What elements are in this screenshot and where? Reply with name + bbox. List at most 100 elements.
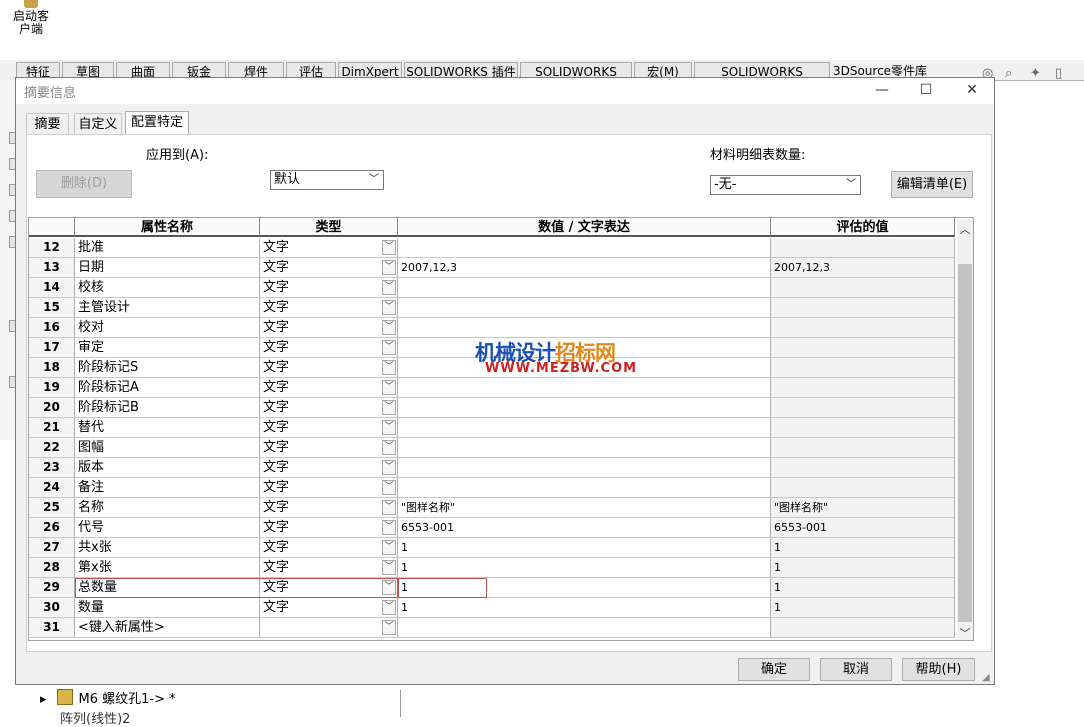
type-cell[interactable]: 文字 ﹀ (260, 538, 398, 558)
value-cell[interactable]: 1 (398, 598, 771, 618)
dialog-titlebar[interactable]: 摘要信息 — ☐ ✕ (16, 78, 994, 104)
chevron-down-icon[interactable]: ﹀ (382, 380, 396, 395)
value-cell[interactable]: "图样名称" (398, 498, 771, 518)
property-name-cell[interactable]: <键入新属性> (75, 618, 260, 638)
type-cell[interactable]: 文字 ﹀ (260, 398, 398, 418)
table-row[interactable]: 21 替代 文字 ﹀ (29, 418, 955, 438)
value-cell[interactable]: 6553-001 (398, 518, 771, 538)
tab-config-specific[interactable]: 配置特定 (125, 111, 189, 135)
minimize-icon[interactable]: — (864, 80, 900, 100)
property-name-cell[interactable]: 批准 (75, 238, 260, 258)
pan-icon[interactable]: ✦ (1030, 66, 1046, 82)
type-cell[interactable]: 文字 ﹀ (260, 338, 398, 358)
table-row[interactable]: 15 主管设计 文字 ﹀ (29, 298, 955, 318)
value-cell[interactable] (398, 238, 771, 258)
header-value[interactable]: 数值 / 文字表达 (398, 218, 771, 237)
type-cell[interactable]: 文字 ﹀ (260, 298, 398, 318)
type-cell[interactable]: 文字 ﹀ (260, 598, 398, 618)
table-row[interactable]: 19 阶段标记A 文字 ﹀ (29, 378, 955, 398)
property-name-cell[interactable]: 校核 (75, 278, 260, 298)
property-name-cell[interactable]: 名称 (75, 498, 260, 518)
chevron-down-icon[interactable]: ﹀ (382, 560, 396, 575)
chevron-down-icon[interactable]: ﹀ (382, 460, 396, 475)
property-name-cell[interactable]: 共x张 (75, 538, 260, 558)
table-row[interactable]: 23 版本 文字 ﹀ (29, 458, 955, 478)
property-name-cell[interactable]: 主管设计 (75, 298, 260, 318)
chevron-down-icon[interactable]: ﹀ (382, 620, 396, 635)
tab-custom[interactable]: 自定义 (74, 113, 122, 134)
maximize-icon[interactable]: ☐ (908, 80, 944, 100)
value-cell[interactable] (398, 378, 771, 398)
scroll-down-icon[interactable]: ﹀ (957, 625, 973, 641)
resize-grip-icon[interactable]: ◢ (982, 672, 990, 683)
chevron-down-icon[interactable]: ﹀ (382, 500, 396, 515)
edit-list-button[interactable]: 编辑清单(E) (891, 171, 973, 198)
chevron-down-icon[interactable]: ﹀ (382, 600, 396, 615)
table-row[interactable]: 31 <键入新属性> ﹀ (29, 618, 955, 638)
bom-quantity-select[interactable]: -无- ﹀ (710, 175, 861, 195)
value-cell[interactable] (398, 318, 771, 338)
table-row[interactable]: 26 代号 文字 ﹀ 6553-001 6553-001 (29, 518, 955, 538)
chevron-down-icon[interactable]: ﹀ (382, 540, 396, 555)
property-name-cell[interactable]: 阶段标记A (75, 378, 260, 398)
header-property-name[interactable]: 属性名称 (75, 218, 260, 237)
scrollbar-thumb[interactable] (958, 264, 972, 622)
value-cell[interactable]: 1 (398, 558, 771, 578)
close-icon[interactable]: ✕ (954, 80, 990, 100)
type-cell[interactable]: 文字 ﹀ (260, 258, 398, 278)
header-type[interactable]: 类型 (260, 218, 398, 237)
chevron-down-icon[interactable]: ﹀ (382, 400, 396, 415)
table-row[interactable]: 28 第x张 文字 ﹀ 1 1 (29, 558, 955, 578)
table-row[interactable]: 20 阶段标记B 文字 ﹀ (29, 398, 955, 418)
value-cell[interactable] (398, 438, 771, 458)
type-cell[interactable]: 文字 ﹀ (260, 278, 398, 298)
type-cell[interactable]: 文字 ﹀ (260, 478, 398, 498)
type-cell[interactable]: 文字 ﹀ (260, 378, 398, 398)
type-cell[interactable]: 文字 ﹀ (260, 518, 398, 538)
value-cell[interactable] (398, 398, 771, 418)
value-cell[interactable] (398, 478, 771, 498)
chevron-down-icon[interactable]: ﹀ (382, 440, 396, 455)
chevron-down-icon[interactable]: ﹀ (382, 520, 396, 535)
chevron-down-icon[interactable]: ﹀ (382, 320, 396, 335)
type-cell[interactable]: 文字 ﹀ (260, 318, 398, 338)
type-cell[interactable]: 文字 ﹀ (260, 418, 398, 438)
value-cell[interactable] (398, 418, 771, 438)
table-row[interactable]: 16 校对 文字 ﹀ (29, 318, 955, 338)
ok-button[interactable]: 确定 (738, 658, 810, 681)
value-cell[interactable] (398, 298, 771, 318)
table-row[interactable]: 12 批准 文字 ﹀ (29, 238, 955, 258)
table-row[interactable]: 14 校核 文字 ﹀ (29, 278, 955, 298)
tree-item-thread-hole[interactable]: ▸ M6 螺纹孔1-> * (40, 688, 176, 707)
grid-scrollbar[interactable]: ︿ ﹀ (957, 219, 973, 640)
table-row[interactable]: 30 数量 文字 ﹀ 1 1 (29, 598, 955, 618)
table-row[interactable]: 25 名称 文字 ﹀ "图样名称" "图样名称" (29, 498, 955, 518)
table-row[interactable]: 22 图幅 文字 ﹀ (29, 438, 955, 458)
property-name-cell[interactable]: 数量 (75, 598, 260, 618)
value-cell[interactable] (398, 458, 771, 478)
type-cell[interactable]: 文字 ﹀ (260, 558, 398, 578)
type-cell[interactable]: 文字 ﹀ (260, 438, 398, 458)
property-name-cell[interactable]: 替代 (75, 418, 260, 438)
cancel-button[interactable]: 取消 (820, 658, 892, 681)
type-cell[interactable]: 文字 ﹀ (260, 458, 398, 478)
type-cell[interactable]: ﹀ (260, 618, 398, 638)
property-name-cell[interactable]: 日期 (75, 258, 260, 278)
launch-client-button[interactable]: 启动客 户端 (6, 0, 56, 36)
value-cell[interactable]: 1 (398, 538, 771, 558)
property-name-cell[interactable]: 审定 (75, 338, 260, 358)
property-name-cell[interactable]: 校对 (75, 318, 260, 338)
zoom-icon[interactable]: ⌕ (1005, 66, 1021, 82)
help-button[interactable]: 帮助(H) (902, 658, 975, 681)
chevron-down-icon[interactable]: ﹀ (382, 260, 396, 275)
chevron-down-icon[interactable]: ﹀ (382, 480, 396, 495)
chevron-down-icon[interactable]: ﹀ (382, 420, 396, 435)
type-cell[interactable]: 文字 ﹀ (260, 238, 398, 258)
value-cell[interactable] (398, 278, 771, 298)
chevron-down-icon[interactable]: ﹀ (382, 340, 396, 355)
property-name-cell[interactable]: 版本 (75, 458, 260, 478)
table-row[interactable]: 13 日期 文字 ﹀ 2007,12,3 2007,12,3 (29, 258, 955, 278)
pane-splitter[interactable] (400, 690, 401, 717)
property-name-cell[interactable]: 阶段标记B (75, 398, 260, 418)
table-row[interactable]: 24 备注 文字 ﹀ (29, 478, 955, 498)
